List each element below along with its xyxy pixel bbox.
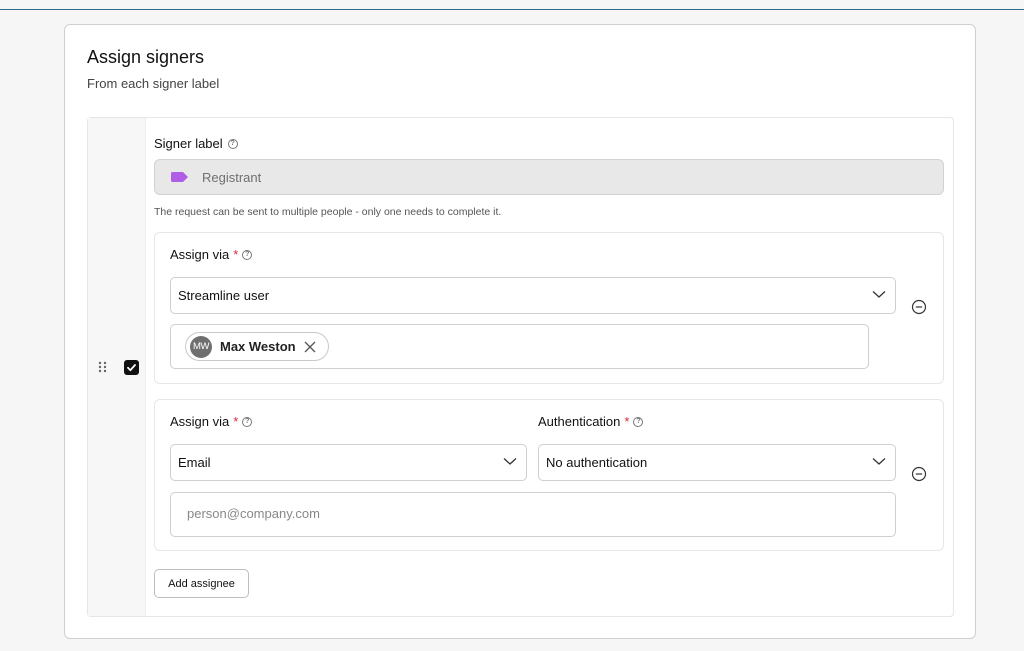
assign-via-value: Streamline user (178, 288, 270, 303)
chevron-down-icon (872, 458, 886, 465)
chevron-down-icon (872, 291, 886, 298)
close-icon[interactable] (304, 341, 316, 353)
card-subtitle: From each signer label (87, 76, 220, 91)
help-icon[interactable]: ? (633, 416, 644, 427)
signer-hint: The request can be sent to multiple peop… (154, 206, 502, 218)
assign-via-label-text: Assign via (170, 247, 230, 262)
help-icon[interactable]: ? (242, 416, 253, 427)
user-chip: MW Max Weston (185, 332, 329, 361)
signer-label-field: Registrant (154, 159, 944, 195)
authentication-value: No authentication (546, 455, 648, 470)
assignee-card: Assign via * ? Streamline user MW Max We… (154, 232, 944, 384)
required-mark: * (233, 247, 239, 262)
chevron-down-icon (503, 458, 517, 465)
avatar: MW (190, 335, 212, 358)
assign-via-label: Assign via * ? (170, 414, 253, 429)
tag-icon (171, 172, 188, 182)
assign-via-label-text: Assign via (170, 414, 230, 429)
help-icon[interactable]: ? (242, 249, 253, 260)
required-mark: * (624, 414, 630, 429)
drag-handle-icon[interactable] (97, 360, 109, 374)
authentication-select[interactable]: No authentication (538, 444, 896, 481)
card-title: Assign signers (87, 47, 205, 67)
signer-checkbox[interactable] (124, 360, 139, 375)
user-chip-name: Max Weston (220, 339, 296, 354)
signer-label-heading: Signer label ? (154, 136, 238, 151)
signer-label-value: Registrant (202, 169, 262, 185)
assign-via-select[interactable]: Streamline user (170, 277, 896, 314)
signer-body: Signer label ? Registrant The request ca… (154, 118, 946, 616)
assign-via-label: Assign via * ? (170, 247, 253, 262)
checkmark-icon (127, 364, 136, 372)
top-divider (0, 9, 1024, 10)
signer-rail (88, 118, 146, 616)
user-picker[interactable]: MW Max Weston (170, 324, 869, 369)
required-mark: * (233, 414, 239, 429)
email-input[interactable] (170, 492, 896, 537)
authentication-label: Authentication * ? (538, 414, 644, 429)
signer-label-title: Signer label (154, 136, 223, 151)
remove-assignee-icon[interactable] (911, 466, 927, 482)
assignee-card: Assign via * ? Authentication * ? Email … (154, 399, 944, 551)
help-icon[interactable]: ? (227, 138, 238, 149)
remove-assignee-icon[interactable] (911, 299, 927, 315)
assign-signers-card: Assign signers From each signer label Si… (64, 24, 976, 639)
authentication-label-text: Authentication (538, 414, 621, 429)
add-assignee-button[interactable]: Add assignee (154, 569, 249, 598)
assign-via-select[interactable]: Email (170, 444, 527, 481)
signer-group: Signer label ? Registrant The request ca… (87, 117, 954, 617)
assign-via-value: Email (178, 455, 211, 470)
